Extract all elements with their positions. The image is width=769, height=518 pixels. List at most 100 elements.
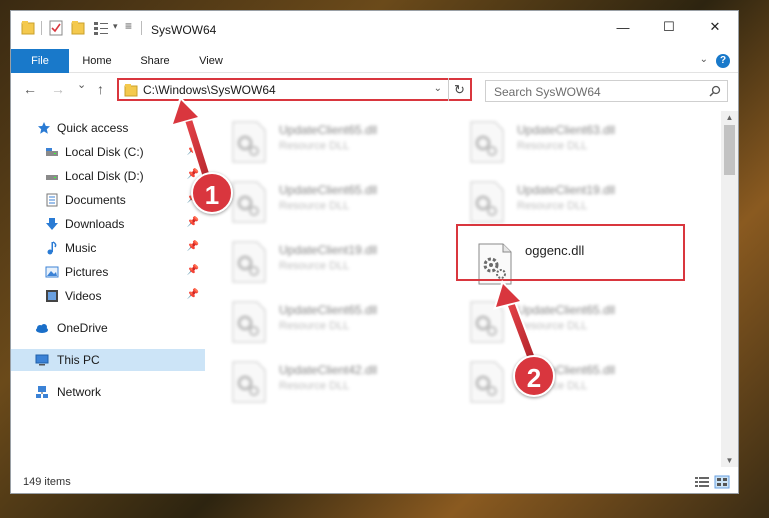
search-icon[interactable] xyxy=(709,85,721,97)
sidebar-item-label: Downloads xyxy=(65,217,125,231)
sidebar-item-this-pc[interactable]: This PC xyxy=(11,349,205,371)
close-button[interactable]: ✕ xyxy=(692,11,738,43)
customize-toolbar-icon[interactable] xyxy=(93,20,109,36)
computer-icon xyxy=(35,354,49,366)
pictures-icon xyxy=(45,266,59,278)
pin-icon: 📌 xyxy=(186,145,199,156)
sidebar-item-pictures[interactable]: Pictures 📌 xyxy=(11,261,205,283)
sidebar-item-local-disk-c[interactable]: Local Disk (C:) 📌 xyxy=(11,141,205,163)
videos-icon xyxy=(46,290,58,302)
properties-icon[interactable] xyxy=(49,20,63,36)
scroll-up-icon[interactable]: ▲ xyxy=(721,113,738,122)
sidebar-item-label: Local Disk (D:) xyxy=(65,169,144,183)
dll-file-icon xyxy=(470,121,504,163)
sidebar-item-label: OneDrive xyxy=(57,321,108,335)
large-icons-view-icon[interactable] xyxy=(714,475,730,489)
folder-icon xyxy=(124,84,138,97)
sidebar-item-network[interactable]: Network xyxy=(11,381,205,403)
music-icon xyxy=(47,241,57,255)
details-view-icon[interactable] xyxy=(695,477,709,487)
maximize-button[interactable]: ☐ xyxy=(646,11,692,43)
dll-file-icon xyxy=(232,301,266,343)
sidebar-item-label: Quick access xyxy=(57,121,129,135)
help-button[interactable]: ? xyxy=(716,54,730,68)
network-icon xyxy=(36,386,48,398)
file-item[interactable]: UpdateClient63.dll Resource DLL xyxy=(445,115,665,169)
recent-locations-button[interactable]: ⌄ xyxy=(77,78,86,91)
sidebar-item-documents[interactable]: Documents 📌 xyxy=(11,189,205,211)
file-name: UpdateClient19.dll xyxy=(517,183,616,197)
navigation-pane: Quick access Local Disk (C:) 📌 Local Dis… xyxy=(11,111,205,471)
sidebar-item-label: Network xyxy=(57,385,102,399)
sidebar-item-quick-access[interactable]: Quick access xyxy=(11,117,205,139)
tab-file[interactable]: File xyxy=(11,49,69,73)
file-name: UpdateClient19.dll xyxy=(279,243,378,257)
title-bar: ▾ ≡ SysWOW64 — ☐ ✕ xyxy=(11,11,738,47)
sidebar-item-label: Pictures xyxy=(65,265,109,279)
file-name: UpdateClient65.dll xyxy=(279,303,378,317)
sidebar-item-local-disk-d[interactable]: Local Disk (D:) 📌 xyxy=(11,165,205,187)
file-item[interactable]: UpdateClient65.dll Resource DLL xyxy=(445,355,665,409)
forward-button[interactable]: → xyxy=(51,81,65,97)
new-folder-icon[interactable] xyxy=(71,20,85,36)
file-type: Resource DLL xyxy=(279,260,350,272)
address-bar[interactable]: C:\Windows\SysWOW64 ⌄ ↻ xyxy=(117,78,472,101)
window-title: SysWOW64 xyxy=(151,23,217,37)
minimize-button[interactable]: — xyxy=(600,11,646,43)
drive-icon xyxy=(46,148,58,156)
scroll-down-icon[interactable]: ▼ xyxy=(721,456,738,465)
quick-access-menu-icon[interactable]: ≡ xyxy=(125,19,132,33)
documents-icon xyxy=(46,193,58,207)
ribbon-tabs: File Home Share View ⌄ ? xyxy=(11,49,738,73)
search-box[interactable]: Search SysWOW64 xyxy=(485,80,728,102)
file-item[interactable]: UpdateClient65.dll Resource DLL xyxy=(207,175,427,229)
pin-icon: 📌 xyxy=(186,265,199,276)
file-list: UpdateClient65.dll Resource DLL UpdateCl… xyxy=(207,111,721,467)
expand-ribbon-icon[interactable]: ⌄ xyxy=(700,54,708,65)
back-button[interactable]: ← xyxy=(23,81,37,97)
drive-icon xyxy=(46,175,58,180)
address-dropdown-icon[interactable]: ⌄ xyxy=(434,83,442,94)
vertical-scrollbar[interactable]: ▲ ▼ xyxy=(721,111,738,467)
file-item[interactable]: UpdateClient65.dll Resource DLL xyxy=(207,295,427,349)
navigation-bar: ← → ⌄ ↑ C:\Windows\SysWOW64 ⌄ ↻ Search S… xyxy=(11,75,738,105)
sidebar-item-music[interactable]: Music 📌 xyxy=(11,237,205,259)
separator xyxy=(41,21,42,35)
pin-icon: 📌 xyxy=(186,289,199,300)
file-name: UpdateClient65.dll xyxy=(279,183,378,197)
separator xyxy=(141,21,142,35)
refresh-icon[interactable]: ↻ xyxy=(448,78,470,101)
up-button[interactable]: ↑ xyxy=(97,81,104,97)
sidebar-item-label: Videos xyxy=(65,289,102,303)
file-type: Resource DLL xyxy=(517,320,588,332)
sidebar-item-label: Documents xyxy=(65,193,126,207)
tab-share[interactable]: Share xyxy=(131,49,179,73)
file-name: UpdateClient63.dll xyxy=(517,123,616,137)
file-item[interactable]: UpdateClient42.dll Resource DLL xyxy=(207,355,427,409)
file-item[interactable]: UpdateClient19.dll Resource DLL xyxy=(207,235,427,289)
file-type: Resource DLL xyxy=(517,140,588,152)
sidebar-item-videos[interactable]: Videos 📌 xyxy=(11,285,205,307)
dll-file-icon xyxy=(232,121,266,163)
dll-file-icon xyxy=(232,181,266,223)
dll-file-icon xyxy=(470,361,504,403)
file-highlight-box xyxy=(456,224,685,281)
quick-access-dropdown-icon[interactable]: ▾ xyxy=(113,21,118,32)
scrollbar-thumb[interactable] xyxy=(724,125,735,175)
file-item[interactable]: UpdateClient65.dll Resource DLL xyxy=(445,295,665,349)
file-type: Resource DLL xyxy=(279,320,350,332)
search-input[interactable]: Search SysWOW64 xyxy=(494,85,601,99)
dll-file-icon xyxy=(232,241,266,283)
sidebar-item-downloads[interactable]: Downloads 📌 xyxy=(11,213,205,235)
file-type: Resource DLL xyxy=(279,140,350,152)
file-type: Resource DLL xyxy=(279,380,350,392)
file-name: UpdateClient42.dll xyxy=(279,363,378,377)
file-item[interactable]: UpdateClient19.dll Resource DLL xyxy=(445,175,665,229)
sidebar-item-onedrive[interactable]: OneDrive xyxy=(11,317,205,339)
tab-home[interactable]: Home xyxy=(73,49,121,73)
tab-view[interactable]: View xyxy=(187,49,235,73)
address-path[interactable]: C:\Windows\SysWOW64 xyxy=(143,83,276,97)
file-type: Resource DLL xyxy=(279,200,350,212)
sidebar-item-label: This PC xyxy=(57,353,100,367)
file-item[interactable]: UpdateClient65.dll Resource DLL xyxy=(207,115,427,169)
